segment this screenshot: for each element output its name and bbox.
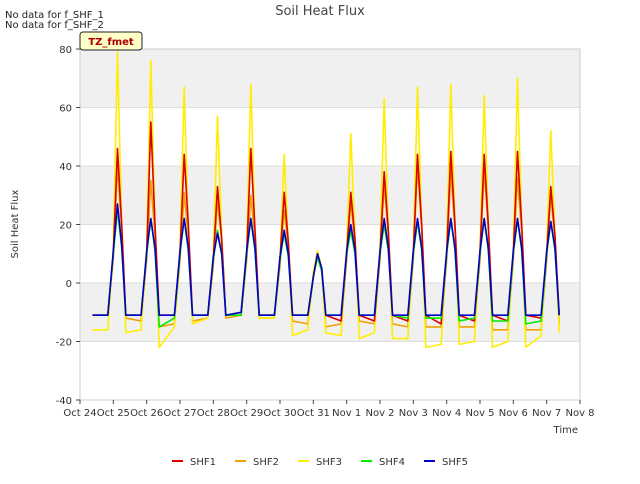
x-tick-label: Nov 3 [399, 408, 428, 419]
legend-label-shf5: SHF5 [442, 457, 468, 468]
x-tick-label: Nov 8 [565, 408, 594, 419]
site-badge-label: TZ_fmet [88, 37, 134, 48]
y-tick-label: -40 [56, 396, 72, 407]
y-tick-label: 0 [66, 279, 72, 290]
site-badge: TZ_fmet [79, 31, 143, 51]
x-tick-label: Nov 6 [499, 408, 528, 419]
x-tick-label: Nov 2 [365, 408, 394, 419]
y-tick-label: 20 [59, 221, 72, 232]
background-band [80, 107, 580, 166]
x-tick-label: Oct 24 [63, 408, 96, 419]
legend-label-shf3: SHF3 [316, 457, 342, 468]
x-tick-label: Oct 28 [197, 408, 230, 419]
chart-title: Soil Heat Flux [275, 4, 365, 19]
legend-label-shf1: SHF1 [190, 457, 216, 468]
y-tick-label: 80 [59, 45, 72, 56]
x-axis-label: Time [553, 425, 578, 436]
background-band [80, 341, 580, 400]
soil-heat-flux-chart: -40 -20 0 20 40 60 80 Oct 24 Oct 25 Oct 26 Oct 27… [0, 0, 640, 480]
x-tick-label: Oct 31 [297, 408, 330, 419]
x-tick-label: Nov 1 [332, 408, 361, 419]
y-tick-label: 60 [59, 104, 72, 115]
x-tick-label: Nov 4 [432, 408, 461, 419]
x-tick-label: Oct 25 [97, 408, 130, 419]
legend-label-shf2: SHF2 [253, 457, 279, 468]
no-data-note-2: No data for f_SHF_2 [5, 20, 104, 31]
background-band [80, 49, 580, 108]
x-tick-label: Oct 26 [130, 408, 163, 419]
x-tick-label: Nov 7 [532, 408, 561, 419]
x-tick-label: Oct 27 [163, 408, 196, 419]
x-tick-label: Nov 5 [465, 408, 494, 419]
y-tick-label: -20 [56, 338, 72, 349]
x-tick-label: Oct 29 [230, 408, 263, 419]
x-tick-label: Oct 30 [263, 408, 296, 419]
legend-label-shf4: SHF4 [379, 457, 405, 468]
y-tick-label: 40 [59, 162, 72, 173]
y-axis-label: Soil Heat Flux [10, 189, 21, 258]
